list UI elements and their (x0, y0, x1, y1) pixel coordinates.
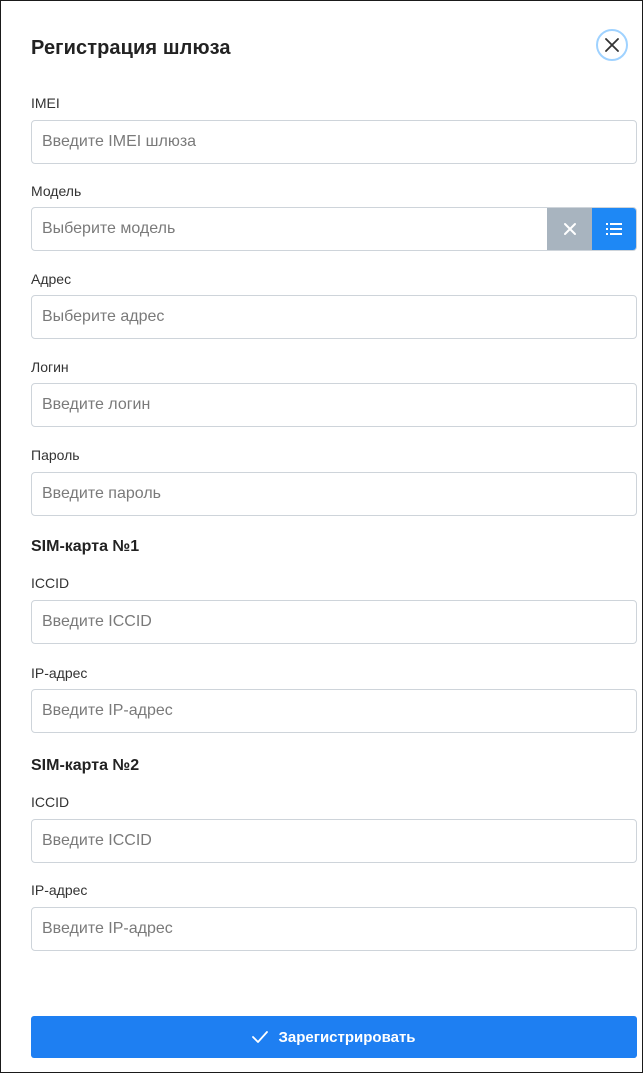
sim1-iccid-label: ICCID (31, 575, 70, 591)
sim2-title: SIM-карта №2 (31, 757, 140, 774)
dialog-title: Регистрация шлюза (31, 37, 231, 59)
address-input[interactable] (31, 295, 637, 339)
sim2-iccid-label: ICCID (31, 794, 70, 810)
sim1-ip-input[interactable] (31, 689, 637, 733)
address-label: Адрес (31, 271, 72, 287)
close-icon (563, 223, 576, 235)
password-input[interactable] (31, 472, 637, 516)
imei-label: IMEI (31, 95, 60, 111)
password-label: Пароль (31, 447, 80, 463)
sim1-ip-label: IP-адрес (31, 665, 88, 681)
model-select-placeholder[interactable]: Выберите модель (32, 208, 547, 250)
model-label: Модель (31, 183, 82, 199)
list-icon (606, 223, 622, 235)
close-button[interactable] (596, 29, 628, 61)
sim1-iccid-input[interactable] (31, 600, 637, 644)
imei-input[interactable] (31, 120, 637, 164)
registration-dialog: Регистрация шлюза IMEI Модель Выберите м… (0, 0, 643, 1073)
sim1-title: SIM-карта №1 (31, 538, 140, 555)
model-list-button[interactable] (592, 208, 636, 250)
register-button[interactable]: Зарегистрировать (31, 1016, 637, 1058)
close-icon (605, 38, 619, 52)
login-label: Логин (31, 359, 69, 375)
check-icon (252, 1031, 269, 1043)
model-clear-button[interactable] (547, 208, 592, 250)
model-select[interactable]: Выберите модель (31, 207, 637, 251)
sim2-ip-input[interactable] (31, 907, 637, 951)
sim2-iccid-input[interactable] (31, 819, 637, 863)
register-button-label: Зарегистрировать (278, 1028, 416, 1046)
sim2-ip-label: IP-адрес (31, 882, 88, 898)
login-input[interactable] (31, 383, 637, 427)
